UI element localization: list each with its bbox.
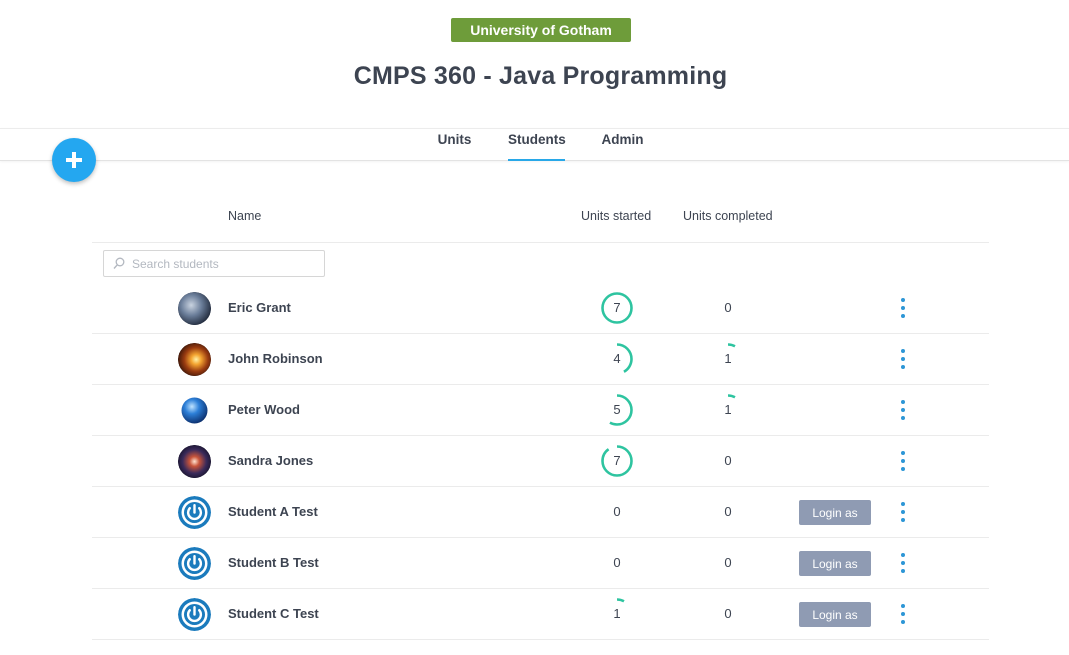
units-completed-indicator: 0 (711, 546, 745, 580)
more-options-icon[interactable] (896, 500, 910, 524)
units-started-indicator: 4 (600, 342, 634, 376)
avatar (178, 445, 211, 478)
tab-students[interactable]: Students (508, 129, 566, 161)
organization-badge: University of Gotham (451, 18, 631, 42)
units-started-indicator: 5 (600, 393, 634, 427)
login-as-button[interactable]: Login as (799, 551, 871, 576)
units-completed-count: 0 (724, 504, 732, 519)
units-completed-count: 0 (724, 555, 732, 570)
units-completed-count: 1 (724, 351, 732, 366)
tab-admin[interactable]: Admin (601, 129, 644, 161)
table-row[interactable]: Eric Grant 7 0 (92, 283, 989, 334)
units-started-count: 1 (613, 606, 621, 621)
more-options-icon[interactable] (896, 347, 910, 371)
table-row[interactable]: Sandra Jones 7 0 (92, 436, 989, 487)
search-icon (113, 257, 125, 269)
units-completed-indicator: 0 (711, 444, 745, 478)
more-options-icon[interactable] (896, 449, 910, 473)
column-header-units-started[interactable]: Units started (581, 209, 651, 223)
more-options-icon[interactable] (896, 551, 910, 575)
table-row[interactable]: Student C Test 1 0 Login as (92, 589, 989, 640)
table-row[interactable]: Student B Test 0 0 Login as (92, 538, 989, 589)
table-row[interactable]: Peter Wood 5 1 (92, 385, 989, 436)
column-header-units-completed[interactable]: Units completed (683, 209, 773, 223)
student-name[interactable]: Student A Test (228, 504, 318, 519)
units-started-count: 5 (613, 402, 621, 417)
units-started-indicator: 7 (600, 444, 634, 478)
units-completed-indicator: 0 (711, 495, 745, 529)
table-row[interactable]: John Robinson 4 1 (92, 334, 989, 385)
units-completed-count: 0 (724, 453, 732, 468)
table-row[interactable]: Student A Test 0 0 Login as (92, 487, 989, 538)
more-options-icon[interactable] (896, 398, 910, 422)
student-name[interactable]: Student C Test (228, 606, 319, 621)
units-completed-indicator: 0 (711, 597, 745, 631)
more-options-icon[interactable] (896, 296, 910, 320)
units-started-count: 4 (613, 351, 621, 366)
units-completed-count: 0 (724, 300, 732, 315)
avatar (178, 547, 211, 580)
student-name[interactable]: Peter Wood (228, 402, 300, 417)
search-field[interactable] (103, 250, 325, 277)
login-as-button[interactable]: Login as (799, 602, 871, 627)
search-input[interactable] (132, 251, 322, 276)
student-name[interactable]: John Robinson (228, 351, 323, 366)
units-started-count: 7 (613, 300, 621, 315)
header-divider (92, 242, 989, 243)
units-started-indicator: 0 (600, 495, 634, 529)
student-name[interactable]: Eric Grant (228, 300, 291, 315)
avatar (178, 292, 211, 325)
units-completed-indicator: 1 (711, 393, 745, 427)
units-completed-count: 0 (724, 606, 732, 621)
student-name[interactable]: Sandra Jones (228, 453, 313, 468)
login-as-button[interactable]: Login as (799, 500, 871, 525)
units-started-indicator: 0 (600, 546, 634, 580)
units-completed-indicator: 1 (711, 342, 745, 376)
more-options-icon[interactable] (896, 602, 910, 626)
avatar (178, 343, 211, 376)
plus-icon (66, 152, 82, 168)
avatar (178, 598, 211, 631)
student-name[interactable]: Student B Test (228, 555, 319, 570)
units-started-indicator: 7 (600, 291, 634, 325)
units-completed-indicator: 0 (711, 291, 745, 325)
course-title: CMPS 360 - Java Programming (353, 62, 728, 90)
add-button[interactable] (52, 138, 96, 182)
units-started-count: 0 (613, 504, 621, 519)
units-completed-count: 1 (724, 402, 732, 417)
tab-units[interactable]: Units (437, 129, 472, 161)
units-started-count: 0 (613, 555, 621, 570)
nav-bar: Units Students Admin (0, 128, 1069, 161)
avatar (178, 496, 211, 529)
units-started-count: 7 (613, 453, 621, 468)
avatar (178, 394, 211, 427)
column-header-name[interactable]: Name (228, 209, 261, 223)
units-started-indicator: 1 (600, 597, 634, 631)
